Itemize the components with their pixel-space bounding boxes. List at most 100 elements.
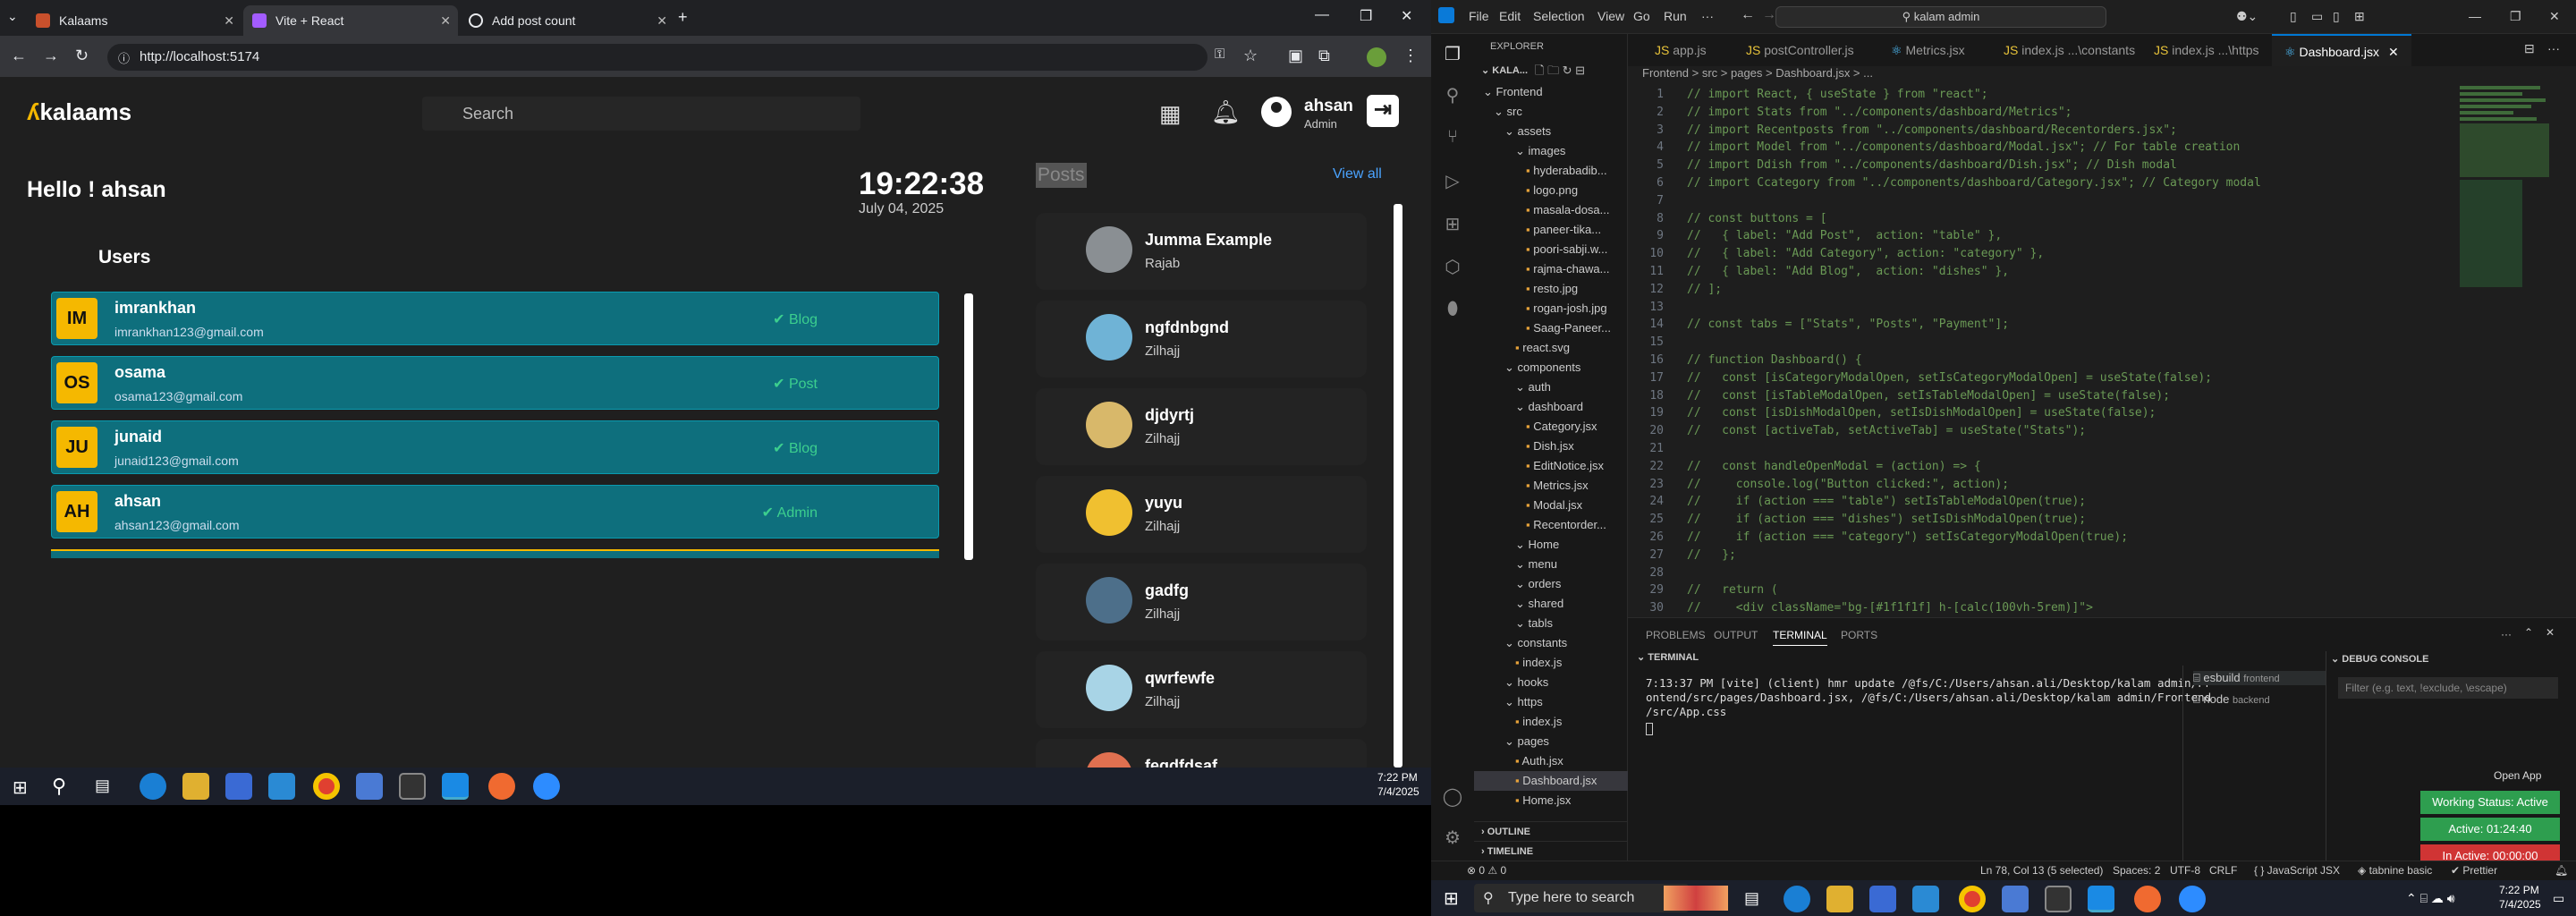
tab-list-icon[interactable]: ⌄ [7, 9, 18, 24]
post-card[interactable]: qwrfewfe Zilhajj [1036, 651, 1367, 728]
tree-file[interactable]: ▪ EditNotice.jsx [1474, 456, 1604, 476]
explorer-icon[interactable]: ❐ [1442, 43, 1463, 64]
layout-panel-icon[interactable]: ▭ [2311, 9, 2323, 24]
store-icon[interactable] [225, 773, 252, 800]
tree-folder[interactable]: ⌄ pages [1474, 732, 1549, 751]
tree-folder[interactable]: ⌄ components [1474, 358, 1580, 377]
open-app-button[interactable]: Open App [2494, 769, 2541, 782]
tree-file[interactable]: ▪ Category.jsx [1474, 417, 1597, 437]
panel-tab-problems[interactable]: PROBLEMS [1646, 629, 1706, 641]
grid-apps-icon[interactable]: ▦ [1159, 100, 1182, 128]
end-of-line[interactable]: CRLF [2209, 864, 2237, 877]
nav-forward-icon[interactable]: → [1762, 7, 1776, 23]
tree-folder[interactable]: ⌄ images [1474, 141, 1565, 161]
bell-icon[interactable]: 🔔︎ [1211, 98, 1241, 126]
logout-icon[interactable]: ⇥ [1367, 95, 1399, 127]
file-explorer-icon[interactable] [1826, 886, 1853, 912]
more-actions-icon[interactable]: ··· [2547, 41, 2560, 55]
explorer-actions[interactable]: 🗋︎ 🗀︎ ↻ ⊟ [1535, 63, 1585, 82]
tree-file[interactable]: ▪ poori-sabji.w... [1474, 240, 1607, 259]
tree-file[interactable]: ▪ Auth.jsx [1474, 751, 1563, 771]
panel-more-icon[interactable]: ··· [2501, 628, 2512, 640]
editor-tab[interactable]: JS index.js ...\constants [1991, 34, 2148, 66]
menu-view[interactable]: View [1597, 9, 1624, 23]
password-key-icon[interactable]: ⚿ [1215, 47, 1224, 62]
extension-icon[interactable]: ▣ [1288, 47, 1303, 65]
tree-file[interactable]: ▪ react.svg [1474, 338, 1570, 358]
menu-file[interactable]: File [1469, 9, 1489, 23]
profile-avatar[interactable] [1367, 47, 1386, 67]
language-mode[interactable]: { } JavaScript JSX [2254, 864, 2340, 877]
view-all-link[interactable]: View all [1333, 166, 1382, 182]
tree-file[interactable]: ▪ paneer-tika... [1474, 220, 1601, 240]
tree-file[interactable]: ▪ hyderabadib... [1474, 161, 1607, 181]
manage-gear-icon[interactable]: ⚙ [1442, 827, 1463, 848]
forward-icon[interactable]: → [43, 47, 59, 65]
close-icon[interactable]: ✕ [440, 13, 451, 29]
editor-tab[interactable]: JS app.js [1642, 34, 1719, 66]
terminal-item-node[interactable]: ⌸ node backend [2193, 692, 2270, 707]
notifications-icon[interactable]: 🔔︎ [2555, 864, 2568, 877]
menu-selection[interactable]: Selection [1533, 9, 1585, 23]
split-editor-icon[interactable]: ⊟ [2524, 41, 2535, 56]
run-debug-icon[interactable]: ▷ [1442, 170, 1463, 191]
tree-folder[interactable]: ⌄ tabls [1474, 614, 1553, 633]
windows-start-icon[interactable]: ⊞ [1444, 887, 1459, 910]
post-card[interactable]: ngfdnbgnd Zilhajj [1036, 301, 1367, 377]
editor-tab[interactable]: JS index.js ...\https [2141, 34, 2272, 66]
minimap[interactable] [2460, 81, 2558, 349]
working-status-badge[interactable]: Working Status: Active [2420, 791, 2560, 814]
project-root[interactable]: ⌄ KALA... [1481, 64, 1528, 76]
search-icon[interactable]: ⚲ [1442, 84, 1463, 106]
app-icon[interactable] [356, 773, 383, 800]
tree-file[interactable]: ▪ Metrics.jsx [1474, 476, 1589, 496]
tree-file[interactable]: ▪ Home.jsx [1474, 791, 1571, 810]
bookmark-star-icon[interactable]: ☆ [1243, 47, 1258, 65]
encoding[interactable]: UTF-8 [2170, 864, 2200, 877]
close-window-icon[interactable]: ✕ [1401, 7, 1412, 25]
user-row[interactable]: IM imrankhan imrankhan123@gmail.com ✔ Bl… [51, 292, 939, 345]
tree-file[interactable]: ▪ Recentorder... [1474, 515, 1606, 535]
chrome-icon[interactable] [313, 773, 340, 800]
tree-folder[interactable]: ⌄ src [1474, 102, 1522, 122]
layout-secondary-icon[interactable]: ▯ [2333, 9, 2340, 24]
user-row[interactable]: AH ahsan ahsan123@gmail.com ✔ Admin [51, 485, 939, 539]
terminal-cursor[interactable] [1646, 723, 1653, 735]
postman-icon[interactable] [2134, 886, 2161, 912]
minimize-icon[interactable]: — [2469, 9, 2481, 23]
breadcrumb[interactable]: Frontend > src > pages > Dashboard.jsx >… [1642, 66, 1873, 80]
edge-icon[interactable] [140, 773, 166, 800]
debug-filter-input[interactable]: Filter (e.g. text, !exclude, \escape) [2338, 677, 2558, 699]
indentation[interactable]: Spaces: 2 [2113, 864, 2160, 877]
user-avatar-icon[interactable] [1261, 97, 1292, 127]
app-logo[interactable]: ʎkalaams [27, 98, 131, 126]
mongodb-icon[interactable]: ⬮ [1442, 299, 1463, 320]
close-icon[interactable]: ✕ [2388, 45, 2399, 59]
windows-start-icon[interactable]: ⊞ [13, 776, 28, 799]
problems-status[interactable]: ⊗ 0 ⚠ 0 [1467, 864, 1506, 877]
notification-center-icon[interactable]: ▭ [2553, 891, 2564, 906]
post-card[interactable]: feqdfdsaf [1036, 739, 1367, 768]
nav-back-icon[interactable]: ← [1741, 7, 1755, 23]
customize-layout-icon[interactable]: ⊞ [2354, 9, 2365, 24]
tree-folder[interactable]: ⌄ https [1474, 692, 1543, 712]
editor-tab[interactable]: ⚛ Metrics.jsx [1878, 34, 1978, 66]
close-window-icon[interactable]: ✕ [2549, 9, 2560, 24]
zoom-icon[interactable] [533, 773, 560, 800]
terminal-icon[interactable] [399, 773, 426, 800]
copilot-icon[interactable]: ⚉⌄ [2236, 9, 2258, 24]
outline-section[interactable]: › OUTLINE [1474, 821, 1628, 841]
postman-icon[interactable] [488, 773, 515, 800]
tree-file[interactable]: ▪ Modal.jsx [1474, 496, 1582, 515]
menu-edit[interactable]: Edit [1499, 9, 1521, 23]
tree-folder[interactable]: ⌄ auth [1474, 377, 1551, 397]
zoom-icon[interactable] [2179, 886, 2206, 912]
editor-tab-active[interactable]: ⚛ Dashboard.jsx ✕ [2272, 34, 2411, 66]
tree-file[interactable]: ▪ logo.png [1474, 181, 1578, 200]
extensions-icon[interactable]: ⊞ [1442, 213, 1463, 234]
task-view-icon[interactable]: ▤ [1744, 889, 1759, 908]
menu-more[interactable]: ··· [1701, 9, 1714, 23]
tree-file[interactable]: ▪ index.js [1474, 712, 1562, 732]
tree-file[interactable]: ▪ index.js [1474, 653, 1562, 673]
vscode-taskbar-icon[interactable] [442, 773, 469, 800]
